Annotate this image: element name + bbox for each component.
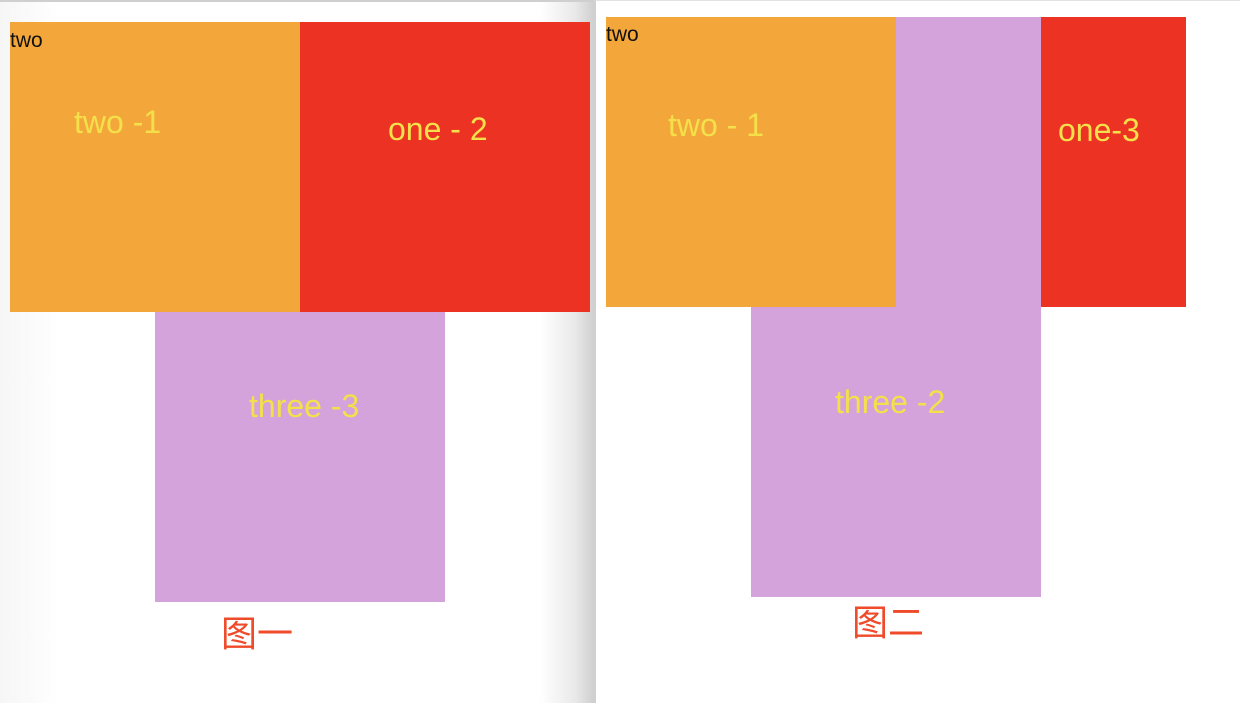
figure1-box-one: one - 2	[300, 22, 590, 312]
figure1-box-three-label: three -3	[249, 388, 360, 424]
figure2-panel: three -2 two - 1 one-3 two 图二	[594, 0, 1240, 703]
figure1-panel: two -1 one - 2 three -3 two 图一	[0, 0, 594, 703]
figure2-box-two: two - 1	[606, 17, 896, 307]
figure2-box-three-label: three -2	[835, 384, 946, 420]
figure1-box-one-label: one - 2	[388, 111, 488, 147]
figure1-box-two-label: two -1	[74, 104, 162, 140]
figure1-box-two: two -1	[10, 22, 300, 312]
figure2-parent-label: two	[606, 23, 639, 46]
figure1-parent-label: two	[10, 29, 43, 52]
figure2-box-one: one-3	[1041, 17, 1186, 307]
figure2-box-two-label: two - 1	[668, 107, 765, 143]
figure1-box-three: three -3	[155, 312, 445, 602]
figure2-box-one-label: one-3	[1058, 112, 1140, 148]
figure2-caption: 图二	[852, 603, 925, 644]
figure1-caption: 图一	[221, 614, 294, 655]
